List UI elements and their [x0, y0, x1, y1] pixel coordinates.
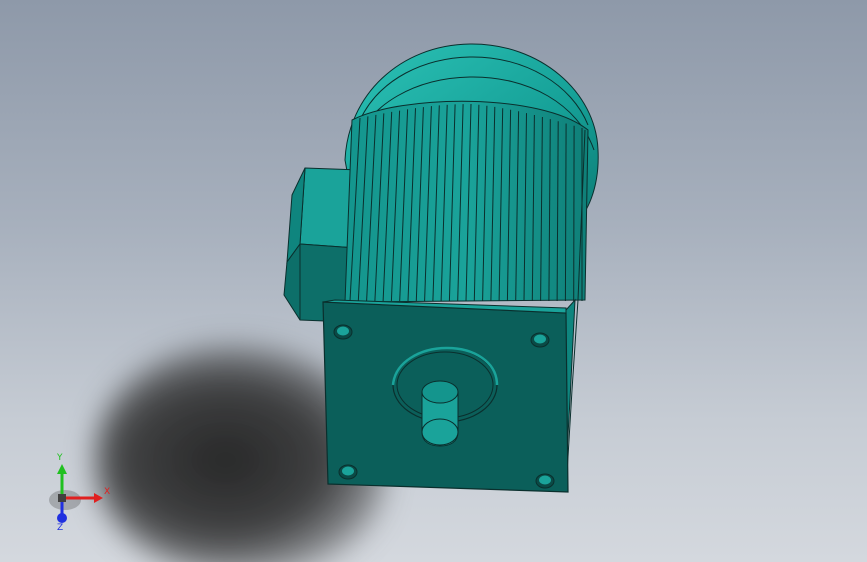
- y-axis-label: Y: [57, 453, 63, 463]
- output-shaft: [421, 380, 459, 447]
- reference-triad: Y X Z: [40, 450, 120, 535]
- z-axis-label: Z: [57, 523, 64, 533]
- cooling-fin: [564, 123, 567, 302]
- motor-model[interactable]: [0, 0, 867, 562]
- x-axis-label: X: [104, 487, 111, 497]
- graphics-viewport[interactable]: Y X Z: [0, 0, 867, 562]
